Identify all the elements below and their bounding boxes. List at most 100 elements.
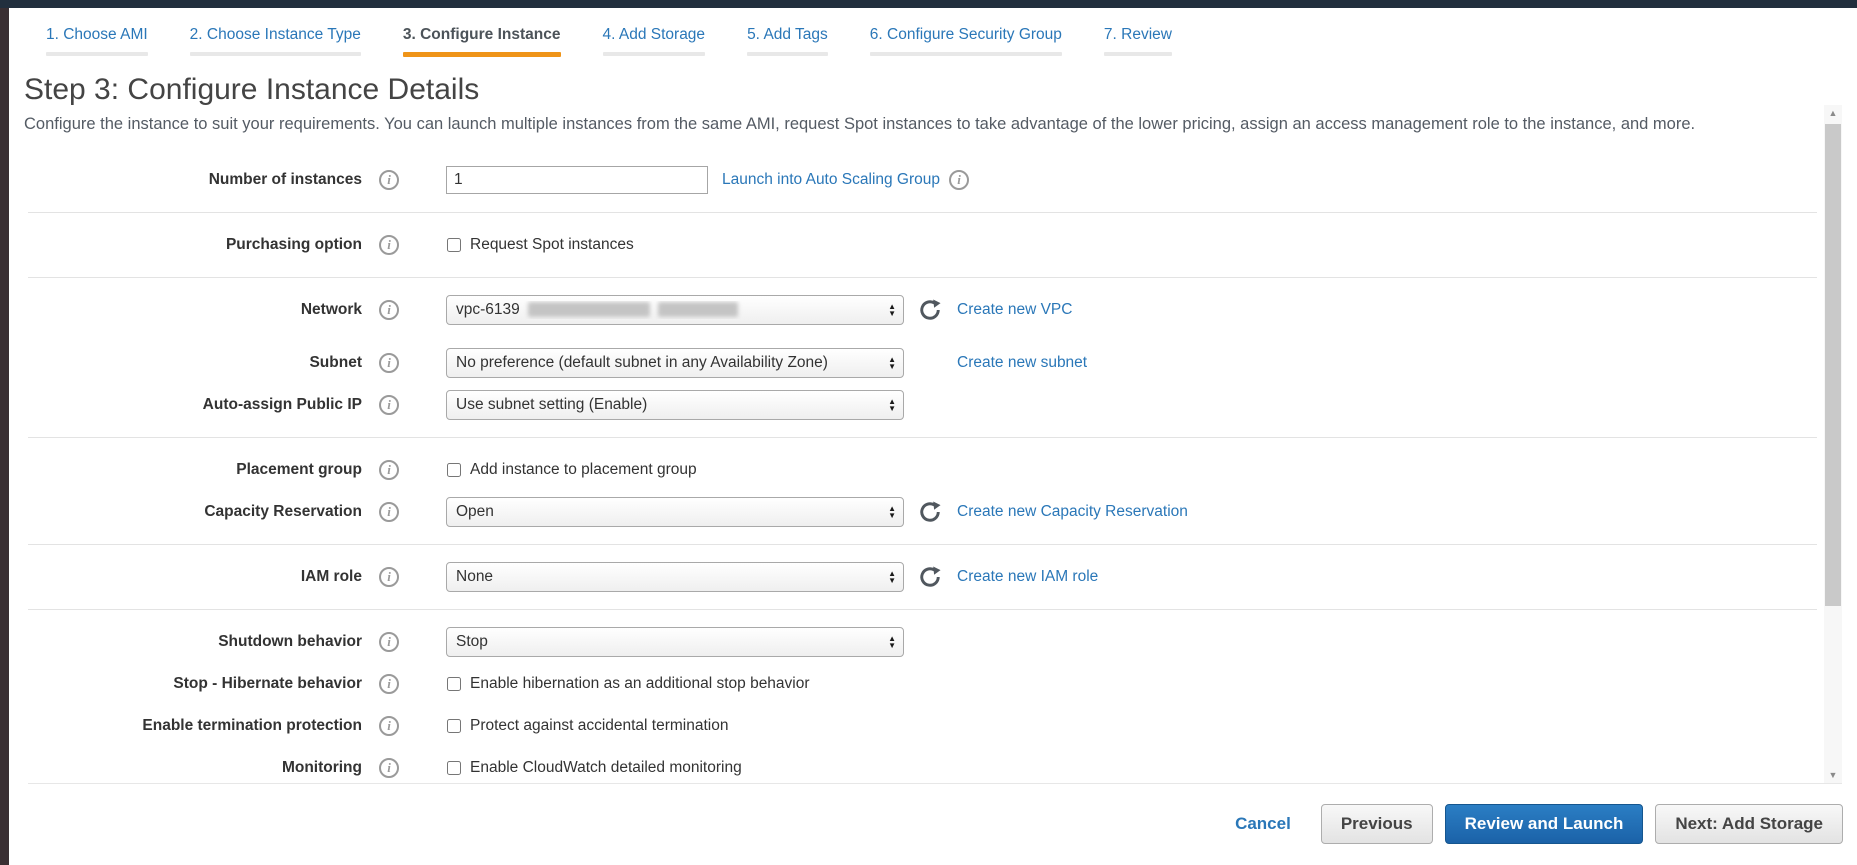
termination-protection-checkbox[interactable] (447, 719, 461, 733)
tab-underline (870, 52, 1062, 56)
tab-choose-ami[interactable]: 1. Choose AMI (42, 22, 152, 57)
placement-group-checkbox[interactable] (447, 463, 461, 477)
tab-underline (46, 52, 148, 56)
iam-role-label: IAM role (28, 568, 362, 586)
select-arrows-icon: ▲▼ (888, 303, 896, 317)
scrollbar[interactable]: ▲ ▼ (1824, 105, 1842, 783)
subnet-select[interactable]: No preference (default subnet in any Ava… (446, 348, 904, 378)
capacity-reservation-value: Open (456, 503, 884, 521)
info-icon[interactable]: i (379, 674, 399, 694)
page-description: Configure the instance to suit your requ… (24, 113, 1799, 137)
info-icon[interactable]: i (379, 460, 399, 480)
tab-label: 3. Configure Instance (403, 22, 561, 52)
refresh-icon[interactable] (919, 566, 941, 588)
create-new-iam-role-link[interactable]: Create new IAM role (957, 568, 1098, 586)
review-and-launch-button[interactable]: Review and Launch (1445, 804, 1644, 844)
iam-role-select[interactable]: None ▲▼ (446, 562, 904, 592)
info-icon[interactable]: i (379, 502, 399, 522)
tab-label: 6. Configure Security Group (870, 22, 1062, 52)
create-new-vpc-link[interactable]: Create new VPC (957, 301, 1072, 319)
stop-hibernate-behavior-label: Stop - Hibernate behavior (28, 675, 362, 693)
number-of-instances-label: Number of instances (28, 171, 362, 189)
cloudwatch-monitoring-checkbox[interactable] (447, 761, 461, 775)
info-icon[interactable]: i (379, 395, 399, 415)
separator (28, 544, 1817, 545)
info-icon[interactable]: i (379, 632, 399, 652)
info-icon[interactable]: i (379, 716, 399, 736)
form-row-purchasing-option: Purchasing option i Request Spot instanc… (28, 228, 1817, 262)
form-row-shutdown-behavior: Shutdown behavior i Stop ▲▼ (28, 625, 1817, 659)
request-spot-instances-checkbox[interactable] (447, 238, 461, 252)
tab-label: 5. Add Tags (747, 22, 828, 52)
select-arrows-icon: ▲▼ (888, 570, 896, 584)
page-title: Step 3: Configure Instance Details (24, 73, 1857, 107)
form-row-capacity-reservation: Capacity Reservation i Open ▲▼ Create ne… (28, 495, 1817, 529)
subnet-select-value: No preference (default subnet in any Ava… (456, 354, 884, 372)
info-icon[interactable]: i (379, 758, 399, 778)
shutdown-behavior-value: Stop (456, 633, 884, 651)
wizard-step-tabs: 1. Choose AMI 2. Choose Instance Type 3.… (42, 22, 1857, 57)
iam-role-value: None (456, 568, 884, 586)
request-spot-instances-text: Request Spot instances (470, 236, 634, 254)
scrollbar-up-icon[interactable]: ▲ (1824, 105, 1842, 121)
form-row-monitoring: Monitoring i Enable CloudWatch detailed … (28, 751, 1817, 783)
network-select[interactable]: vpc-6139 ▲▼ (446, 295, 904, 325)
tab-label: 2. Choose Instance Type (190, 22, 361, 52)
redacted-text (658, 302, 738, 317)
redacted-text (528, 302, 650, 317)
tab-underline (190, 52, 361, 56)
wizard-footer: Cancel Previous Review and Launch Next: … (9, 783, 1857, 865)
form-row-placement-group: Placement group i Add instance to placem… (28, 453, 1817, 487)
cancel-link[interactable]: Cancel (1235, 814, 1291, 834)
tab-underline (603, 52, 706, 56)
create-new-capacity-reservation-link[interactable]: Create new Capacity Reservation (957, 503, 1188, 521)
tab-underline-active (403, 52, 561, 57)
purchasing-option-label: Purchasing option (28, 236, 362, 254)
network-label: Network (28, 301, 362, 319)
form-row-termination-protection: Enable termination protection i Protect … (28, 709, 1817, 743)
form-row-stop-hibernate-behavior: Stop - Hibernate behavior i Enable hiber… (28, 667, 1817, 701)
info-icon[interactable]: i (379, 235, 399, 255)
select-arrows-icon: ▲▼ (888, 505, 896, 519)
hibernation-checkbox[interactable] (447, 677, 461, 691)
tab-review[interactable]: 7. Review (1100, 22, 1176, 57)
tab-configure-security-group[interactable]: 6. Configure Security Group (866, 22, 1066, 57)
termination-protection-text: Protect against accidental termination (470, 717, 728, 735)
tab-label: 1. Choose AMI (46, 22, 148, 52)
number-of-instances-input[interactable] (446, 166, 708, 194)
tab-label: 7. Review (1104, 22, 1172, 52)
auto-assign-public-ip-select[interactable]: Use subnet setting (Enable) ▲▼ (446, 390, 904, 420)
info-icon[interactable]: i (379, 353, 399, 373)
select-arrows-icon: ▲▼ (888, 635, 896, 649)
launch-into-auto-scaling-group-link[interactable]: Launch into Auto Scaling Group (722, 171, 940, 189)
refresh-icon[interactable] (919, 299, 941, 321)
tab-underline (747, 52, 828, 56)
select-arrows-icon: ▲▼ (888, 356, 896, 370)
separator (28, 437, 1817, 438)
scrollbar-thumb[interactable] (1825, 124, 1841, 606)
capacity-reservation-select[interactable]: Open ▲▼ (446, 497, 904, 527)
tab-add-storage[interactable]: 4. Add Storage (599, 22, 710, 57)
form-row-iam-role: IAM role i None ▲▼ Create new IAM role (28, 560, 1817, 594)
tab-underline (1104, 52, 1172, 56)
placement-group-text: Add instance to placement group (470, 461, 697, 479)
hibernation-text: Enable hibernation as an additional stop… (470, 675, 810, 693)
window-left-edge (0, 8, 9, 865)
scrollbar-down-icon[interactable]: ▼ (1824, 767, 1842, 783)
separator (28, 212, 1817, 213)
create-new-subnet-link[interactable]: Create new subnet (957, 354, 1087, 372)
refresh-icon[interactable] (919, 501, 941, 523)
info-icon[interactable]: i (379, 170, 399, 190)
tab-configure-instance[interactable]: 3. Configure Instance (399, 22, 565, 57)
info-icon[interactable]: i (379, 567, 399, 587)
shutdown-behavior-select[interactable]: Stop ▲▼ (446, 627, 904, 657)
next-add-storage-button[interactable]: Next: Add Storage (1655, 804, 1843, 844)
tab-choose-instance-type[interactable]: 2. Choose Instance Type (186, 22, 365, 57)
info-icon[interactable]: i (379, 300, 399, 320)
auto-assign-public-ip-value: Use subnet setting (Enable) (456, 396, 884, 414)
cloudwatch-monitoring-text: Enable CloudWatch detailed monitoring (470, 759, 742, 777)
previous-button[interactable]: Previous (1321, 804, 1433, 844)
info-icon[interactable]: i (949, 170, 969, 190)
placement-group-label: Placement group (28, 461, 362, 479)
tab-add-tags[interactable]: 5. Add Tags (743, 22, 832, 57)
